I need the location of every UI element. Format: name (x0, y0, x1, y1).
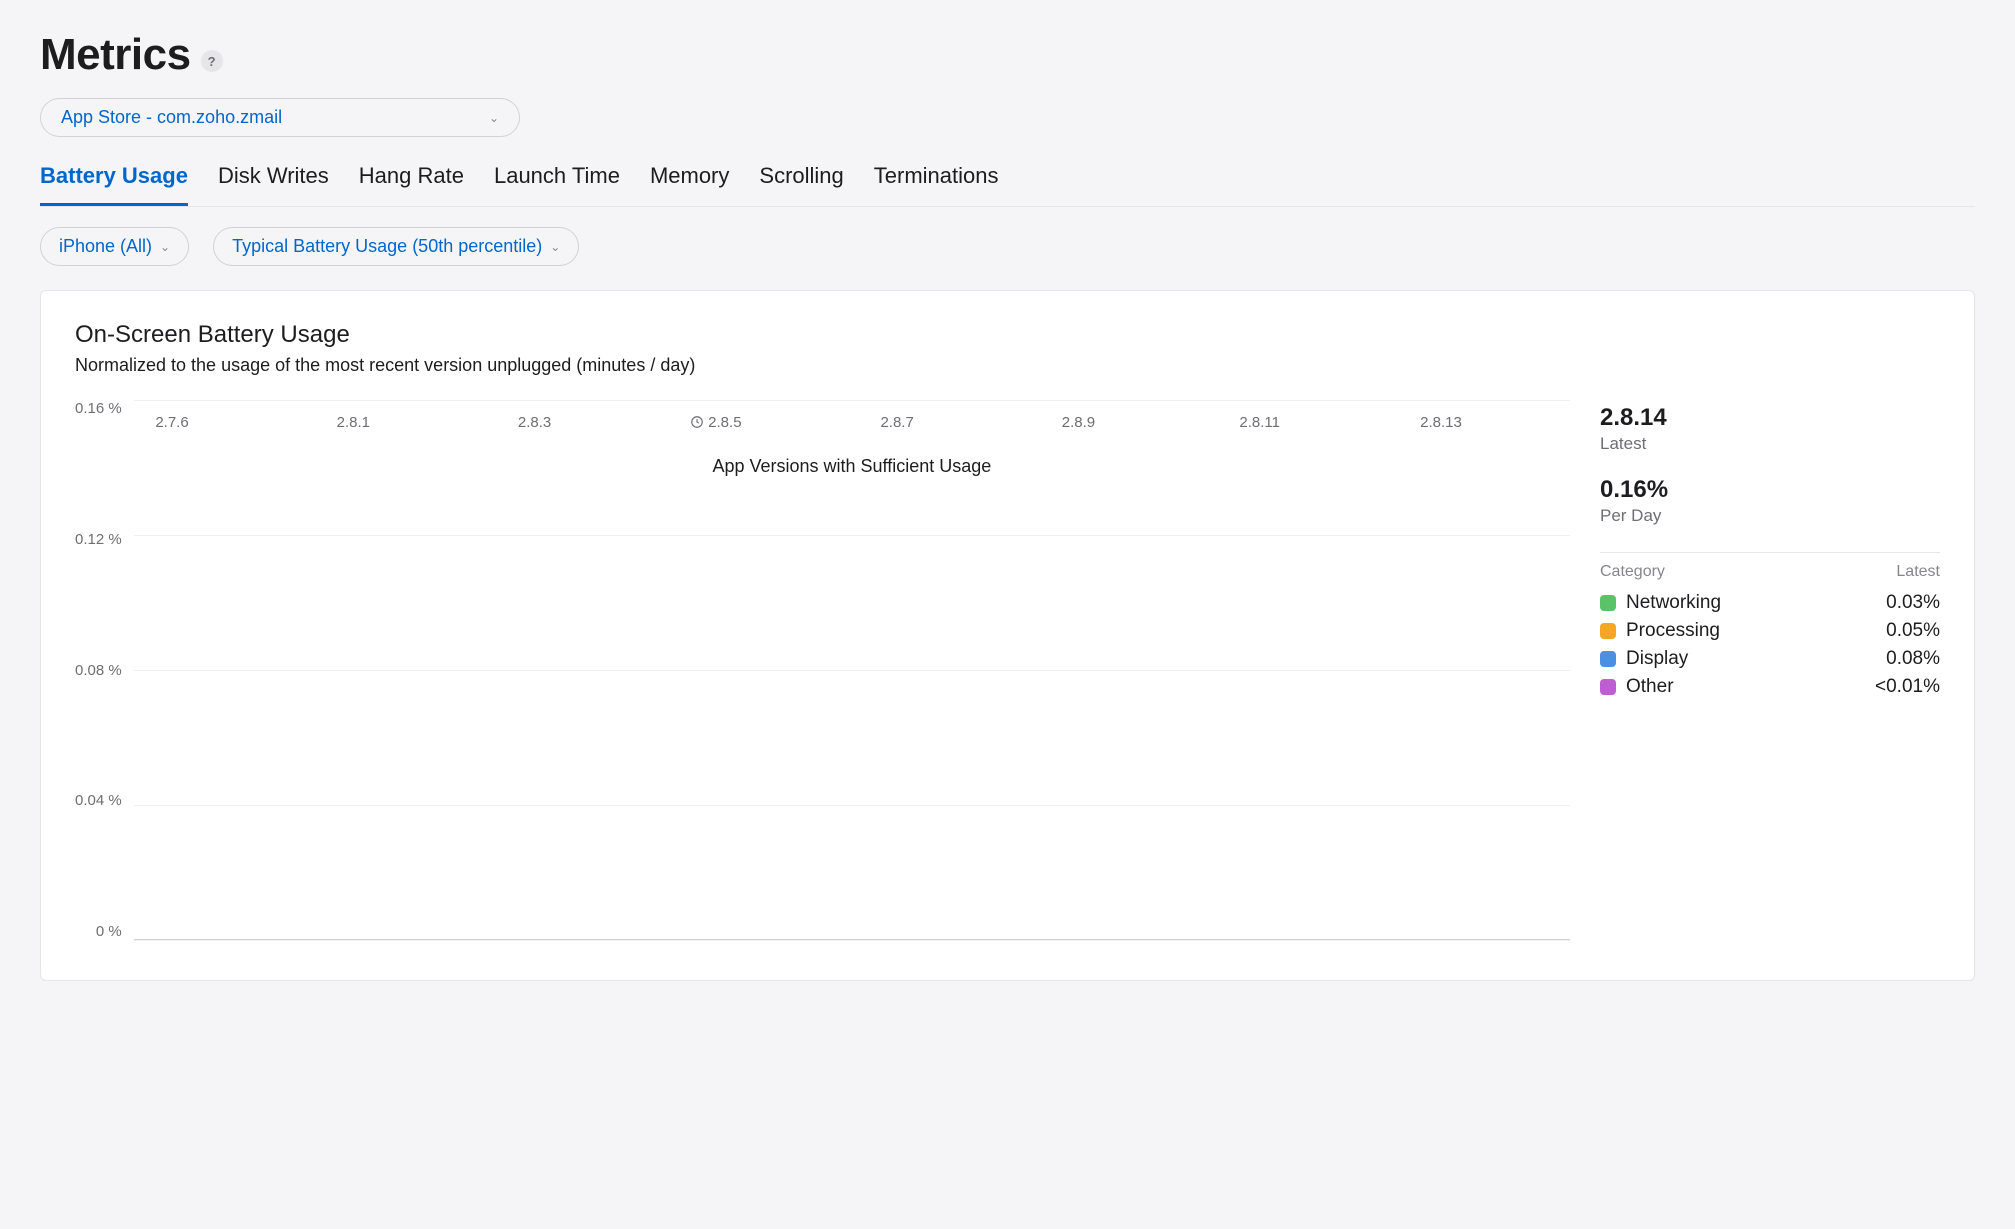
tab-battery-usage[interactable]: Battery Usage (40, 155, 188, 206)
y-tick: 0.04 % (75, 792, 122, 809)
legend-row: Networking 0.03% (1600, 589, 1940, 617)
latest-version: 2.8.14 (1600, 404, 1940, 432)
tab-terminations[interactable]: Terminations (874, 155, 999, 206)
chart-subtitle: Normalized to the usage of the most rece… (75, 355, 1940, 376)
y-tick: 0.12 % (75, 531, 122, 548)
y-tick: 0 % (96, 923, 122, 940)
chevron-down-icon: ⌄ (160, 240, 170, 254)
legend: Category Latest Networking 0.03% Processin… (1600, 552, 1940, 701)
percentile-filter[interactable]: Typical Battery Usage (50th percentile) … (213, 227, 579, 266)
chevron-down-icon: ⌄ (489, 111, 499, 125)
chart-card: On-Screen Battery Usage Normalized to th… (40, 290, 1975, 981)
chart-title: On-Screen Battery Usage (75, 321, 1940, 349)
legend-name: Other (1626, 676, 1674, 698)
app-selector-label: App Store - com.zoho.zmail (61, 107, 282, 128)
latest-version-sub: Latest (1600, 434, 1940, 454)
tab-hang-rate[interactable]: Hang Rate (359, 155, 464, 206)
device-filter[interactable]: iPhone (All) ⌄ (40, 227, 189, 266)
legend-value: 0.05% (1886, 620, 1940, 642)
legend-header-left: Category (1600, 563, 1665, 581)
legend-header-right: Latest (1896, 563, 1940, 581)
device-filter-label: iPhone (All) (59, 236, 152, 257)
legend-swatch (1600, 595, 1616, 611)
latest-value: 0.16% (1600, 476, 1940, 504)
help-icon[interactable]: ? (201, 50, 223, 72)
legend-row: Processing 0.05% (1600, 617, 1940, 645)
percentile-filter-label: Typical Battery Usage (50th percentile) (232, 236, 542, 257)
y-tick: 0.16 % (75, 400, 122, 417)
chevron-down-icon: ⌄ (550, 240, 560, 254)
legend-value: 0.03% (1886, 592, 1940, 614)
legend-name: Networking (1626, 592, 1721, 614)
legend-row: Display 0.08% (1600, 645, 1940, 673)
bars-area (134, 400, 1570, 940)
app-selector[interactable]: App Store - com.zoho.zmail ⌄ (40, 98, 520, 137)
legend-name: Processing (1626, 620, 1720, 642)
tab-memory[interactable]: Memory (650, 155, 729, 206)
legend-name: Display (1626, 648, 1688, 670)
legend-value: <0.01% (1875, 676, 1940, 698)
legend-swatch (1600, 679, 1616, 695)
legend-swatch (1600, 651, 1616, 667)
legend-value: 0.08% (1886, 648, 1940, 670)
metric-tabs: Battery Usage Disk Writes Hang Rate Launch … (40, 155, 1975, 207)
tab-disk-writes[interactable]: Disk Writes (218, 155, 329, 206)
legend-row: Other <0.01% (1600, 673, 1940, 701)
tab-scrolling[interactable]: Scrolling (759, 155, 843, 206)
y-axis: 0.16 % 0.12 % 0.08 % 0.04 % 0 % (75, 400, 134, 940)
tab-launch-time[interactable]: Launch Time (494, 155, 620, 206)
page-title: Metrics (40, 30, 191, 80)
legend-swatch (1600, 623, 1616, 639)
latest-value-sub: Per Day (1600, 506, 1940, 526)
y-tick: 0.08 % (75, 662, 122, 679)
latest-panel: 2.8.14 Latest 0.16% Per Day Category Lat… (1600, 400, 1940, 940)
